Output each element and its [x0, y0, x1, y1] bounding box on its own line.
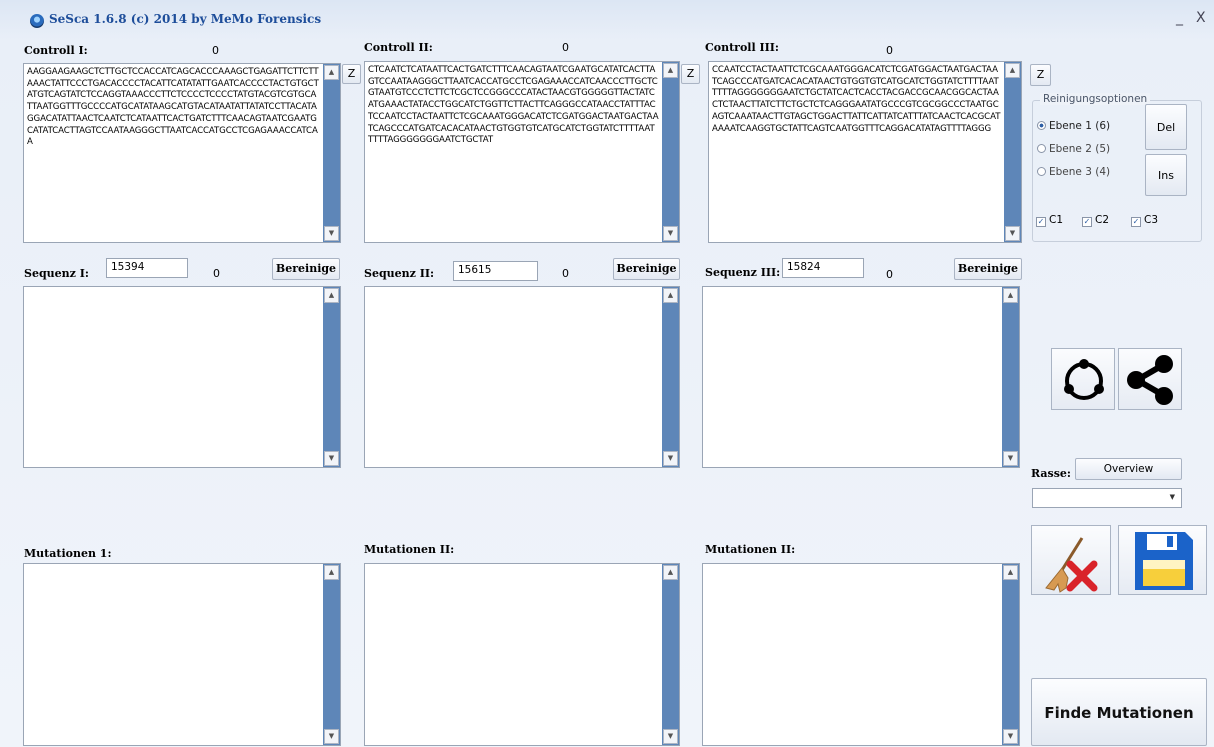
check-icon: ✓ [1131, 217, 1141, 227]
save-button[interactable] [1118, 525, 1207, 595]
scroll-up-icon[interactable]: ▲ [324, 65, 339, 80]
check-icon: ✓ [1082, 217, 1092, 227]
sequenz-1-scrollbar[interactable]: ▲ ▼ [323, 287, 340, 467]
mutationen-2-label: Mutationen II: [364, 543, 455, 556]
scroll-down-icon[interactable]: ▼ [324, 729, 339, 744]
scroll-down-icon[interactable]: ▼ [1003, 451, 1018, 466]
sequenz-2-input[interactable]: 15615 [453, 261, 538, 281]
controll-1-count: 0 [212, 44, 219, 57]
close-button[interactable]: X [1196, 10, 1206, 26]
title-bar: SeSca 1.6.8 (c) 2014 by MeMo Forensics _… [0, 0, 1214, 32]
sequenz-2-scrollbar[interactable]: ▲ ▼ [662, 287, 679, 467]
overview-button[interactable]: Overview [1075, 458, 1182, 480]
radio-unselected-icon [1037, 167, 1046, 176]
broom-clear-icon [1045, 537, 1098, 593]
app-logo-icon [30, 14, 44, 28]
sequenz-1-label: Sequenz I: [24, 267, 89, 280]
controll-3-textarea[interactable]: CCAATCCTACTAATTCTCGCAAATGGGACATCTCGATGGA… [708, 61, 1022, 243]
scroll-down-icon[interactable]: ▼ [663, 451, 678, 466]
rasse-select[interactable]: ▼ [1032, 488, 1182, 508]
scroll-down-icon[interactable]: ▼ [663, 226, 678, 241]
controll-1-scrollbar[interactable]: ▲ ▼ [323, 64, 340, 242]
reinigungsoptionen-title: Reinigungsoptionen [1040, 93, 1151, 105]
controll-1-z-button[interactable]: Z [342, 64, 361, 84]
sequenz-1-textarea[interactable]: ▲ ▼ [23, 286, 341, 468]
floppy-save-icon [1135, 532, 1193, 590]
del-button[interactable]: Del [1145, 104, 1187, 150]
circle-nodes-icon [1064, 359, 1104, 400]
rasse-label: Rasse: [1031, 467, 1071, 480]
clear-button[interactable] [1031, 525, 1111, 595]
dropdown-arrow-icon: ▼ [1169, 493, 1175, 501]
scroll-down-icon[interactable]: ▼ [1005, 226, 1020, 241]
mutationen-1-label: Mutationen 1: [24, 547, 112, 560]
finde-mutationen-button[interactable]: Finde Mutationen [1031, 678, 1207, 746]
radio-selected-icon [1037, 121, 1046, 130]
controll-2-textarea[interactable]: CTCAATCTCATAATTCACTGATCTTTCAACAGTAATCGAA… [364, 61, 680, 243]
scroll-down-icon[interactable]: ▼ [663, 729, 678, 744]
sequenz-3-textarea[interactable]: ▲ ▼ [702, 286, 1020, 468]
checkbox-c2[interactable]: ✓ C2 [1082, 214, 1109, 227]
checkbox-c3[interactable]: ✓ C3 [1131, 214, 1158, 227]
scroll-up-icon[interactable]: ▲ [663, 288, 678, 303]
mutationen-3-textarea[interactable]: ▲ ▼ [702, 563, 1020, 746]
sequenz-3-scrollbar[interactable]: ▲ ▼ [1002, 287, 1019, 467]
bereinige-2-button[interactable]: Bereinige [613, 258, 680, 280]
circle-nodes-button[interactable] [1051, 348, 1115, 410]
controll-1-label: Controll I: [24, 44, 88, 57]
mutationen-3-label: Mutationen II: [705, 543, 796, 556]
scroll-up-icon[interactable]: ▲ [663, 565, 678, 580]
controll-3-label: Controll III: [705, 41, 779, 54]
scroll-up-icon[interactable]: ▲ [1003, 565, 1018, 580]
scroll-up-icon[interactable]: ▲ [663, 63, 678, 78]
scroll-up-icon[interactable]: ▲ [1003, 288, 1018, 303]
controll-3-text: CCAATCCTACTAATTCTCGCAAATGGGACATCTCGATGGA… [712, 65, 1001, 134]
scroll-up-icon[interactable]: ▲ [324, 288, 339, 303]
sequenz-2-count: 0 [562, 267, 569, 280]
sequenz-3-input[interactable]: 15824 [782, 258, 864, 278]
check-icon: ✓ [1036, 217, 1046, 227]
controll-2-text: CTCAATCTCATAATTCACTGATCTTTCAACAGTAATCGAA… [368, 65, 659, 146]
window-title: SeSca 1.6.8 (c) 2014 by MeMo Forensics [49, 12, 322, 26]
radio-ebene-2[interactable]: Ebene 2 (5) [1037, 143, 1110, 155]
controll-3-scrollbar[interactable]: ▲ ▼ [1004, 62, 1021, 242]
checkbox-c1[interactable]: ✓ C1 [1036, 214, 1063, 227]
controll-2-scrollbar[interactable]: ▲ ▼ [662, 62, 679, 242]
sequenz-2-label: Sequenz II: [364, 267, 435, 280]
scroll-down-icon[interactable]: ▼ [1003, 729, 1018, 744]
scroll-up-icon[interactable]: ▲ [1005, 63, 1020, 78]
scroll-down-icon[interactable]: ▼ [324, 451, 339, 466]
mutationen-1-scrollbar[interactable]: ▲ ▼ [323, 564, 340, 745]
mutationen-1-textarea[interactable]: ▲ ▼ [23, 563, 341, 746]
share-icon [1127, 355, 1173, 405]
sequenz-2-textarea[interactable]: ▲ ▼ [364, 286, 680, 468]
controll-3-count: 0 [886, 44, 893, 57]
scroll-down-icon[interactable]: ▼ [324, 226, 339, 241]
scroll-up-icon[interactable]: ▲ [324, 565, 339, 580]
bereinige-3-button[interactable]: Bereinige [954, 258, 1022, 280]
controll-2-count: 0 [562, 41, 569, 54]
controll-2-z-button[interactable]: Z [681, 64, 700, 84]
controll-1-textarea[interactable]: AAGGAAGAAGCTCTTGCTCCACCATCAGCACCCAAAGCTG… [23, 63, 341, 243]
controll-1-text: AAGGAAGAAGCTCTTGCTCCACCATCAGCACCCAAAGCTG… [27, 67, 319, 148]
mutationen-2-textarea[interactable]: ▲ ▼ [364, 563, 680, 746]
sequenz-3-label: Sequenz III: [705, 266, 781, 279]
mutationen-3-scrollbar[interactable]: ▲ ▼ [1002, 564, 1019, 745]
mutationen-2-scrollbar[interactable]: ▲ ▼ [662, 564, 679, 745]
share-button[interactable] [1118, 348, 1182, 410]
radio-ebene-1[interactable]: Ebene 1 (6) [1037, 120, 1110, 132]
controll-2-label: Controll II: [364, 41, 433, 54]
radio-ebene-3[interactable]: Ebene 3 (4) [1037, 166, 1110, 178]
radio-unselected-icon [1037, 144, 1046, 153]
bereinige-1-button[interactable]: Bereinige [272, 258, 340, 280]
sequenz-1-count: 0 [213, 267, 220, 280]
minimize-button[interactable]: _ [1176, 10, 1183, 26]
ins-button[interactable]: Ins [1145, 154, 1187, 196]
sequenz-3-count: 0 [886, 268, 893, 281]
sequenz-1-input[interactable]: 15394 [106, 258, 188, 278]
controll-3-z-button[interactable]: Z [1030, 64, 1051, 86]
